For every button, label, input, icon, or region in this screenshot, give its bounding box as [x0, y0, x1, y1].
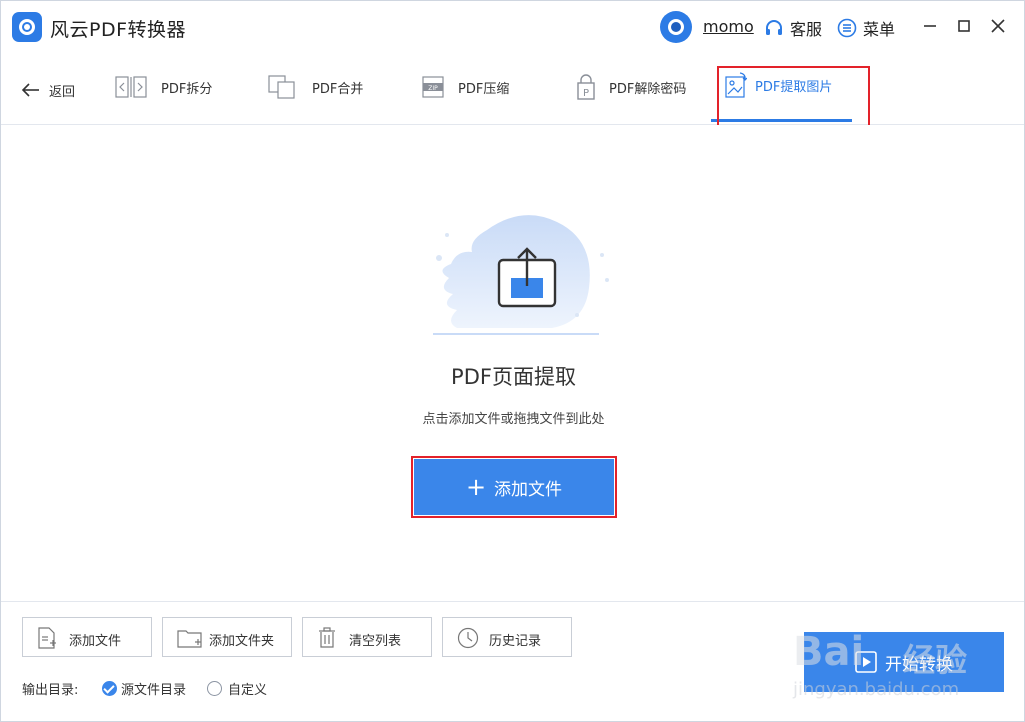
add-file-label: 添加文件	[69, 634, 122, 649]
minimize-icon	[924, 25, 936, 27]
add-folder-button[interactable]: 添加文件夹	[162, 617, 292, 657]
radio-checked-icon	[102, 680, 117, 696]
customer-service-button[interactable]: 客服	[764, 17, 822, 39]
highlight-box-add-button	[411, 456, 617, 518]
close-icon	[991, 19, 1005, 33]
back-button[interactable]: 返回	[21, 79, 75, 101]
tab-pdf-unlock[interactable]: P PDF解除密码	[577, 73, 686, 101]
title-bar: 风云PDF转换器 momo 客服 菜单	[1, 1, 1024, 53]
history-label: 历史记录	[489, 634, 542, 649]
back-label: 返回	[49, 84, 76, 100]
tab-pdf-compress-label: PDF压缩	[458, 81, 510, 97]
drop-hint: 点击添加文件或拖拽文件到此处	[422, 412, 605, 427]
merge-icon	[268, 75, 295, 99]
tab-pdf-split[interactable]: PDF拆分	[115, 73, 212, 101]
output-source-dir-label: 源文件目录	[121, 682, 187, 698]
bottom-bar: 添加文件 添加文件夹 清空列表 历史记录 输出目录: 源文件目录 自定义 开始转…	[1, 601, 1024, 721]
highlight-box-tab	[717, 66, 870, 128]
user-avatar[interactable]	[660, 11, 692, 43]
tab-pdf-merge[interactable]: PDF合并	[268, 73, 363, 101]
file-add-icon	[38, 627, 56, 649]
clear-list-label: 清空列表	[349, 634, 402, 649]
app-title: 风云PDF转换器	[50, 19, 187, 41]
tab-pdf-unlock-label: PDF解除密码	[609, 81, 687, 97]
upload-illustration-icon	[433, 215, 609, 335]
zip-icon: ZIP	[422, 76, 444, 98]
tab-pdf-compress[interactable]: ZIP PDF压缩	[422, 73, 509, 101]
output-custom-label: 自定义	[228, 682, 268, 698]
start-convert-button[interactable]: 开始转换	[804, 632, 1004, 692]
app-window: 风云PDF转换器 momo 客服 菜单 返回 PDF拆分 PDF合并 ZIP P…	[0, 0, 1025, 722]
drop-title: PDF页面提取	[451, 365, 576, 389]
tab-pdf-merge-label: PDF合并	[312, 81, 364, 97]
output-dir-label: 输出目录:	[22, 683, 79, 698]
add-folder-label: 添加文件夹	[209, 634, 275, 649]
start-convert-label: 开始转换	[885, 654, 953, 675]
minimize-button[interactable]	[921, 17, 939, 35]
tab-pdf-split-label: PDF拆分	[161, 81, 213, 97]
menu-label: 菜单	[863, 20, 896, 39]
output-custom-radio[interactable]: 自定义	[207, 679, 268, 698]
close-button[interactable]	[989, 17, 1007, 35]
convert-icon	[855, 651, 877, 673]
radio-unchecked-icon	[207, 680, 222, 696]
svg-text:P: P	[583, 88, 589, 99]
unlock-icon: P	[577, 74, 595, 100]
svg-text:ZIP: ZIP	[428, 85, 438, 92]
headset-icon	[766, 20, 782, 35]
split-icon	[115, 76, 147, 98]
list-menu-icon	[837, 18, 857, 38]
output-source-dir-radio[interactable]: 源文件目录	[102, 679, 187, 698]
maximize-icon	[958, 20, 970, 32]
app-logo-icon	[12, 12, 42, 42]
menu-button[interactable]: 菜单	[837, 17, 895, 39]
history-button[interactable]: 历史记录	[442, 617, 572, 657]
file-drop-area[interactable]: PDF页面提取 点击添加文件或拖拽文件到此处 + 添加文件	[1, 125, 1024, 601]
function-toolbar: 返回 PDF拆分 PDF合并 ZIP PDF压缩 P PDF解除密码 PDF提取…	[1, 53, 1024, 128]
add-file-button[interactable]: 添加文件	[22, 617, 152, 657]
maximize-button[interactable]	[955, 17, 973, 35]
service-label: 客服	[790, 20, 823, 39]
clear-list-button[interactable]: 清空列表	[302, 617, 432, 657]
clock-icon	[457, 627, 479, 649]
folder-add-icon	[177, 630, 202, 648]
username-link[interactable]: momo	[703, 17, 754, 36]
arrow-left-icon	[21, 83, 39, 97]
trash-icon	[319, 627, 335, 648]
